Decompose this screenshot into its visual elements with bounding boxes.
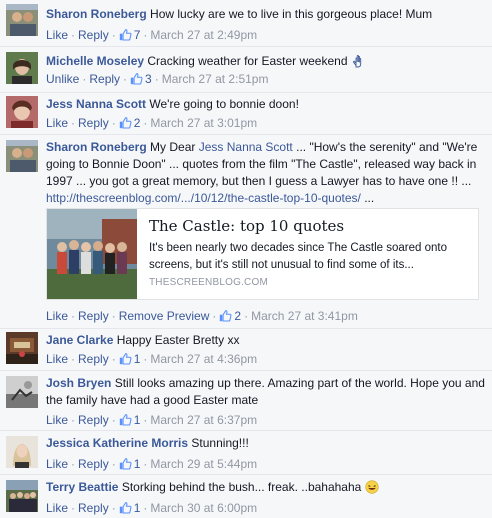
like-count[interactable]: 1 [119, 413, 140, 427]
reply-button[interactable]: Reply [78, 413, 109, 427]
like-count[interactable]: 2 [119, 116, 140, 130]
remove-preview-button[interactable]: Remove Preview [119, 309, 210, 323]
comment-text: Still looks amazing up there. Amazing pa… [46, 376, 485, 407]
reply-button[interactable]: Reply [78, 309, 109, 323]
like-button[interactable]: Like [46, 28, 68, 42]
comment-timestamp[interactable]: March 27 at 3:01pm [150, 116, 257, 130]
comment-timestamp[interactable]: March 29 at 5:44pm [150, 457, 257, 471]
link-preview-description: It's been nearly two decades since The C… [149, 242, 447, 271]
comment-text: Stunning!!! [191, 436, 249, 450]
comment: Michelle Moseley Cracking weather for Ea… [0, 47, 492, 93]
thumbs-up-icon [219, 309, 232, 322]
comment-timestamp[interactable]: March 30 at 6:00pm [150, 501, 257, 515]
thumbs-up-icon [119, 457, 132, 470]
avatar[interactable] [6, 52, 38, 84]
like-count[interactable]: 1 [119, 457, 140, 471]
avatar[interactable] [6, 332, 38, 364]
comment-actions: Like · Reply · 1 · March 27 at 4:36pm [46, 352, 258, 366]
avatar[interactable] [6, 4, 38, 36]
link-preview-title[interactable]: The Castle: top 10 quotes [149, 217, 344, 235]
laughing-face-icon [365, 480, 379, 494]
comment: Jess Nanna Scott We're going to bonnie d… [0, 93, 492, 135]
link-preview-card[interactable]: The Castle: top 10 quotes It's been near… [46, 208, 479, 300]
comment-actions: Like · Reply · 7 · March 27 at 2:49pm [46, 28, 258, 42]
comment: Josh Bryen Still looks amazing up there.… [0, 371, 492, 431]
like-button[interactable]: Like [46, 116, 68, 130]
comment-text: We're going to bonnie doon! [149, 97, 299, 111]
comment-text: How lucky are we to live in this gorgeou… [150, 7, 433, 21]
comment-author[interactable]: Jess Nanna Scott [46, 97, 146, 111]
comment-author[interactable]: Terry Beattie [46, 480, 118, 494]
comment-list: Sharon Roneberg How lucky are we to live… [0, 0, 492, 518]
comment-timestamp[interactable]: March 27 at 2:49pm [150, 28, 257, 42]
comment-actions: Unlike · Reply · 3 · March 27 at 2:51pm [46, 72, 269, 86]
comment-author[interactable]: Jane Clarke [46, 333, 113, 347]
like-count[interactable]: 1 [119, 501, 140, 515]
comment-text: My Dear [150, 140, 199, 154]
comment-timestamp[interactable]: March 27 at 3:41pm [251, 309, 358, 323]
avatar[interactable] [6, 96, 38, 128]
link-preview-image[interactable] [47, 209, 137, 299]
reply-button[interactable]: Reply [78, 457, 109, 471]
link-preview-domain: THESCREENBLOG.COM [149, 277, 268, 288]
comment-text: Happy Easter Bretty xx [116, 333, 240, 347]
like-button[interactable]: Like [46, 501, 68, 515]
comment: Sharon Roneberg How lucky are we to live… [0, 0, 492, 47]
comment-author[interactable]: Sharon Roneberg [46, 7, 147, 21]
like-count-value: 3 [145, 72, 152, 86]
like-count[interactable]: 7 [119, 28, 140, 42]
reply-button[interactable]: Reply [78, 116, 109, 130]
reply-button[interactable]: Reply [89, 72, 120, 86]
like-button[interactable]: Like [46, 309, 68, 323]
comment-text: Cracking weather for Easter weekend [147, 54, 348, 68]
thumbs-up-icon [119, 116, 132, 129]
comment: Terry Beattie Storking behind the bush..… [0, 475, 492, 518]
avatar[interactable] [6, 140, 38, 172]
thumbs-up-icon [119, 501, 132, 514]
comment-timestamp[interactable]: March 27 at 6:37pm [150, 413, 257, 427]
reply-button[interactable]: Reply [78, 501, 109, 515]
comment-actions: Like · Reply · 1 · March 30 at 6:00pm [46, 501, 258, 515]
thumbs-up-icon [119, 413, 132, 426]
avatar[interactable] [6, 376, 38, 408]
comment-actions: Like · Reply · Remove Preview · 2 · March 27 at … [46, 309, 358, 323]
comment-url-link[interactable]: http://thescreenblog.com/.../10/12/the-c… [46, 191, 361, 205]
tagged-user[interactable]: Jess Nanna Scott [199, 140, 293, 154]
like-button[interactable]: Like [46, 457, 68, 471]
like-count[interactable]: 3 [130, 72, 152, 86]
like-count[interactable]: 1 [119, 352, 140, 366]
comment-text: Storking behind the bush... freak. ..bah… [121, 480, 362, 494]
comment-timestamp[interactable]: March 27 at 2:51pm [162, 72, 269, 86]
comment: Jessica Katherine Morris Stunning!!! Lik… [0, 431, 492, 475]
hand-icon [351, 54, 365, 68]
reply-button[interactable]: Reply [78, 28, 109, 42]
comment-author[interactable]: Sharon Roneberg [46, 140, 147, 154]
comment-author[interactable]: Jessica Katherine Morris [46, 436, 188, 450]
comment: Jane Clarke Happy Easter Bretty xx Like ·… [0, 329, 492, 371]
comment-timestamp[interactable]: March 27 at 4:36pm [150, 352, 257, 366]
comment-author[interactable]: Josh Bryen [46, 376, 111, 390]
comment-actions: Like · Reply · 1 · March 27 at 6:37pm [46, 413, 258, 427]
unlike-button[interactable]: Unlike [46, 72, 79, 86]
comment: Sharon Roneberg My Dear Jess Nanna Scott… [0, 135, 492, 329]
thumbs-up-icon [130, 72, 143, 85]
avatar[interactable] [6, 480, 38, 512]
reply-button[interactable]: Reply [78, 352, 109, 366]
like-button[interactable]: Like [46, 352, 68, 366]
comment-author[interactable]: Michelle Moseley [46, 54, 144, 68]
comment-text-end: ... [360, 191, 375, 205]
comment-actions: Like · Reply · 1 · March 29 at 5:44pm [46, 457, 258, 471]
like-button[interactable]: Like [46, 413, 68, 427]
avatar[interactable] [6, 436, 38, 468]
like-count[interactable]: 2 [219, 309, 241, 323]
thumbs-up-icon [119, 352, 132, 365]
comment-actions: Like · Reply · 2 · March 27 at 3:01pm [46, 116, 258, 130]
thumbs-up-icon [119, 28, 132, 41]
